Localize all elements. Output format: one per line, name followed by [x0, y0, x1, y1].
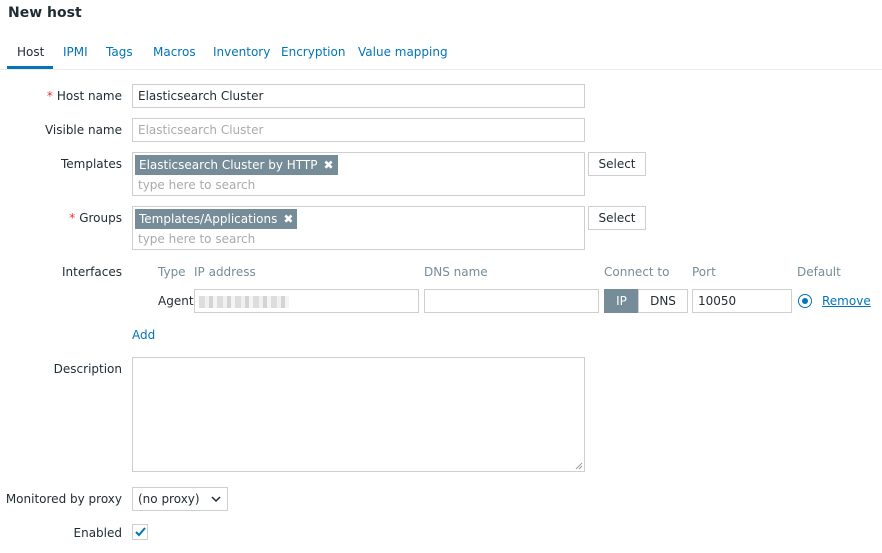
required-mark: * — [46, 89, 53, 103]
col-default: Default — [797, 265, 841, 279]
col-dns-name: DNS name — [424, 265, 488, 279]
add-interface-link[interactable]: Add — [132, 328, 155, 342]
host-name-input[interactable]: Elasticsearch Cluster — [132, 84, 585, 108]
remove-chip-icon[interactable]: ✖ — [283, 209, 293, 229]
visible-name-input[interactable]: Elasticsearch Cluster — [132, 118, 585, 142]
host-name-label-text: Host name — [56, 89, 122, 103]
tab-ipmi[interactable]: IPMI — [63, 45, 88, 59]
col-connect-to: Connect to — [604, 265, 670, 279]
active-tab-indicator — [7, 66, 53, 69]
connect-dns-toggle[interactable]: DNS — [638, 289, 688, 313]
col-port: Port — [692, 265, 716, 279]
interfaces-label: Interfaces — [62, 265, 122, 279]
template-chip-label: Elasticsearch Cluster by HTTP — [139, 158, 318, 172]
proxy-select-value: (no proxy) — [138, 492, 200, 506]
group-chip-label: Templates/Applications — [139, 212, 278, 226]
tab-host[interactable]: Host — [17, 45, 44, 59]
redacted-ip — [199, 296, 289, 308]
interface-dns-input[interactable] — [424, 289, 599, 313]
default-interface-radio[interactable] — [798, 294, 812, 308]
tab-tags[interactable]: Tags — [106, 45, 133, 59]
groups-search-input[interactable]: type here to search — [138, 232, 255, 246]
templates-search-input[interactable]: type here to search — [138, 178, 255, 192]
tab-inventory[interactable]: Inventory — [213, 45, 270, 59]
remove-chip-icon[interactable]: ✖ — [323, 155, 333, 175]
interface-type: Agent — [158, 294, 194, 308]
enabled-checkbox[interactable] — [132, 524, 148, 540]
tab-value-mapping[interactable]: Value mapping — [358, 45, 448, 59]
visible-name-label: Visible name — [44, 123, 122, 137]
interface-ip-input[interactable] — [194, 289, 419, 313]
description-textarea[interactable] — [132, 357, 585, 472]
tab-encryption[interactable]: Encryption — [281, 45, 345, 59]
chevron-down-icon — [211, 496, 221, 503]
groups-label: * Groups — [0, 211, 122, 225]
description-label: Description — [53, 362, 122, 376]
resize-grip-icon[interactable] — [575, 462, 583, 470]
templates-multiselect[interactable]: Elasticsearch Cluster by HTTP ✖ type here… — [132, 152, 585, 196]
groups-label-text: Groups — [79, 211, 122, 225]
groups-select-button[interactable]: Select — [588, 206, 646, 230]
group-chip: Templates/Applications ✖ — [135, 209, 298, 229]
host-name-label: * Host name — [0, 89, 122, 103]
required-mark: * — [69, 211, 76, 225]
proxy-label: Monitored by proxy — [5, 492, 122, 506]
connect-ip-toggle[interactable]: IP — [604, 289, 639, 313]
groups-multiselect[interactable]: Templates/Applications ✖ type here to sea… — [132, 206, 585, 250]
page-title: New host — [8, 5, 82, 21]
remove-interface-link[interactable]: Remove — [822, 294, 871, 308]
checkmark-icon — [135, 527, 146, 537]
tab-bar: Host IPMI Tags Macros Inventory Encrypti… — [0, 40, 882, 70]
templates-label: Templates — [60, 157, 122, 171]
enabled-label: Enabled — [73, 526, 123, 540]
proxy-select[interactable]: (no proxy) — [132, 487, 228, 511]
tab-macros[interactable]: Macros — [153, 45, 196, 59]
template-chip: Elasticsearch Cluster by HTTP ✖ — [135, 155, 338, 175]
interface-port-input[interactable]: 10050 — [692, 289, 792, 313]
col-type: Type — [158, 265, 186, 279]
col-ip-address: IP address — [194, 265, 256, 279]
templates-select-button[interactable]: Select — [588, 152, 646, 176]
